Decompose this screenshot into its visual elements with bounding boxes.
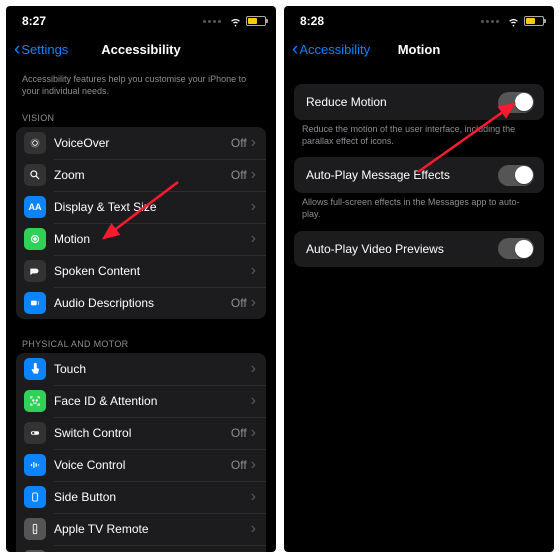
row-value: Off xyxy=(231,296,247,310)
row-motion[interactable]: Motion › xyxy=(16,223,266,255)
appletv-remote-icon xyxy=(24,518,46,540)
audio-descriptions-icon xyxy=(24,292,46,314)
row-reduce-motion[interactable]: Reduce Motion xyxy=(294,84,544,120)
toggle-autoplay-message[interactable] xyxy=(498,165,534,186)
chevron-right-icon: › xyxy=(251,521,256,537)
row-autoplay-message-effects[interactable]: Auto-Play Message Effects xyxy=(294,157,544,193)
toggle-autoplay-video[interactable] xyxy=(498,238,534,259)
row-label: Reduce Motion xyxy=(306,95,498,109)
status-bar: 8:28 xyxy=(284,6,554,32)
breadcrumb-dots-icon xyxy=(203,20,221,23)
back-label: Accessibility xyxy=(299,42,370,57)
touch-icon xyxy=(24,358,46,380)
chevron-right-icon: › xyxy=(251,457,256,473)
row-label: Touch xyxy=(54,362,251,376)
chevron-right-icon: › xyxy=(251,295,256,311)
breadcrumb-dots-icon xyxy=(481,20,499,23)
intro-text: Accessibility features help you customis… xyxy=(16,66,266,107)
row-value: Off xyxy=(231,136,247,150)
battery-icon xyxy=(246,16,266,26)
text-size-icon: AA xyxy=(24,196,46,218)
row-spoken-content[interactable]: Spoken Content › xyxy=(16,255,266,287)
chevron-right-icon: › xyxy=(251,361,256,377)
back-button[interactable]: ‹ Settings xyxy=(14,40,68,59)
row-voice-control[interactable]: Voice Control Off › xyxy=(16,449,266,481)
section-header-vision: VISION xyxy=(16,107,266,127)
row-label: Display & Text Size xyxy=(54,200,251,214)
row-audio-descriptions[interactable]: Audio Descriptions Off › xyxy=(16,287,266,319)
row-label: Auto-Play Video Previews xyxy=(306,242,498,256)
row-label: Side Button xyxy=(54,490,251,504)
zoom-icon xyxy=(24,164,46,186)
voice-control-icon xyxy=(24,454,46,476)
chevron-right-icon: › xyxy=(251,425,256,441)
section-header-physical: PHYSICAL AND MOTOR xyxy=(16,333,266,353)
chevron-right-icon: › xyxy=(251,167,256,183)
chevron-left-icon: ‹ xyxy=(14,40,20,59)
group-vision: VoiceOver Off › Zoom Off › AA Display & … xyxy=(16,127,266,319)
row-zoom[interactable]: Zoom Off › xyxy=(16,159,266,191)
row-label: Apple TV Remote xyxy=(54,522,251,536)
status-time: 8:27 xyxy=(22,14,46,28)
row-label: Motion xyxy=(54,232,251,246)
chevron-right-icon: › xyxy=(251,489,256,505)
row-label: Spoken Content xyxy=(54,264,251,278)
chevron-left-icon: ‹ xyxy=(292,40,298,59)
faceid-icon xyxy=(24,390,46,412)
toggle-reduce-motion[interactable] xyxy=(498,92,534,113)
screen-accessibility: 8:27 ‹ Settings Accessibility Accessibil… xyxy=(6,6,276,552)
spoken-content-icon xyxy=(24,260,46,282)
hint-autoplay-message: Allows full-screen effects in the Messag… xyxy=(294,193,544,230)
battery-icon xyxy=(524,16,544,26)
row-label: Switch Control xyxy=(54,426,231,440)
status-bar: 8:27 xyxy=(6,6,276,32)
row-label: Auto-Play Message Effects xyxy=(306,168,498,182)
row-faceid-attention[interactable]: Face ID & Attention › xyxy=(16,385,266,417)
switch-control-icon xyxy=(24,422,46,444)
row-label: VoiceOver xyxy=(54,136,231,150)
group-reduce-motion: Reduce Motion xyxy=(294,84,544,120)
chevron-right-icon: › xyxy=(251,393,256,409)
row-voiceover[interactable]: VoiceOver Off › xyxy=(16,127,266,159)
back-label: Settings xyxy=(21,42,68,57)
wifi-icon xyxy=(229,15,242,28)
group-autoplay-message: Auto-Play Message Effects xyxy=(294,157,544,193)
row-appletv-remote[interactable]: Apple TV Remote › xyxy=(16,513,266,545)
group-autoplay-video: Auto-Play Video Previews xyxy=(294,231,544,267)
keyboards-icon xyxy=(24,550,46,552)
row-label: Zoom xyxy=(54,168,231,182)
row-switch-control[interactable]: Switch Control Off › xyxy=(16,417,266,449)
row-autoplay-video-previews[interactable]: Auto-Play Video Previews xyxy=(294,231,544,267)
chevron-right-icon: › xyxy=(251,231,256,247)
back-button[interactable]: ‹ Accessibility xyxy=(292,40,370,59)
voiceover-icon xyxy=(24,132,46,154)
status-time: 8:28 xyxy=(300,14,324,28)
row-label: Face ID & Attention xyxy=(54,394,251,408)
row-value: Off xyxy=(231,458,247,472)
screen-motion: 8:28 ‹ Accessibility Motion Reduce Motio… xyxy=(284,6,554,552)
row-touch[interactable]: Touch › xyxy=(16,353,266,385)
wifi-icon xyxy=(507,15,520,28)
row-label: Voice Control xyxy=(54,458,231,472)
row-value: Off xyxy=(231,168,247,182)
nav-bar: ‹ Accessibility Motion xyxy=(284,32,554,66)
chevron-right-icon: › xyxy=(251,199,256,215)
chevron-right-icon: › xyxy=(251,135,256,151)
row-label: Audio Descriptions xyxy=(54,296,231,310)
group-physical: Touch › Face ID & Attention › Switch Con… xyxy=(16,353,266,552)
side-button-icon xyxy=(24,486,46,508)
row-keyboards[interactable]: Keyboards › xyxy=(16,545,266,552)
nav-bar: ‹ Settings Accessibility xyxy=(6,32,276,66)
chevron-right-icon: › xyxy=(251,263,256,279)
motion-icon xyxy=(24,228,46,250)
hint-reduce-motion: Reduce the motion of the user interface,… xyxy=(294,120,544,157)
row-display-text-size[interactable]: AA Display & Text Size › xyxy=(16,191,266,223)
row-value: Off xyxy=(231,426,247,440)
row-side-button[interactable]: Side Button › xyxy=(16,481,266,513)
